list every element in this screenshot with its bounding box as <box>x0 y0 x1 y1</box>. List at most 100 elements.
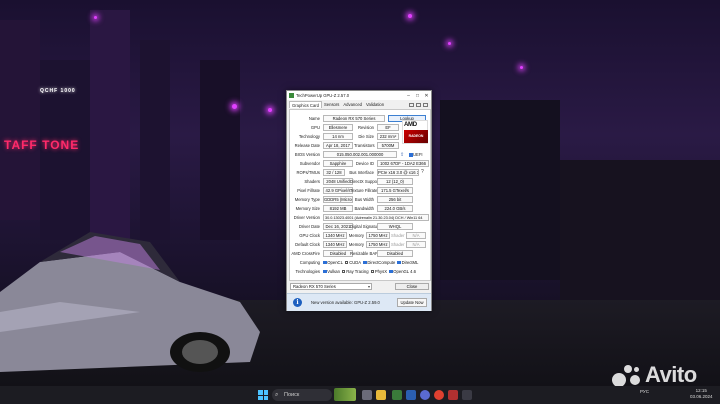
system-clock[interactable]: 12:15 03.06.2024 <box>690 388 713 400</box>
directx-field: 12 (12_0) <box>377 178 413 185</box>
discord-icon[interactable] <box>420 390 430 400</box>
language-indicator[interactable]: РУС <box>640 389 649 394</box>
shader-clock-field: N/A <box>406 232 426 239</box>
camera-icon[interactable] <box>409 102 414 107</box>
app-icon-green[interactable] <box>392 390 402 400</box>
revision-label: Revision <box>357 125 374 130</box>
neon-light <box>268 108 272 112</box>
building <box>560 160 720 300</box>
transistors-label: Transistors <box>354 143 375 148</box>
opencl-checkbox: OpenCL <box>323 260 343 265</box>
bios-label: BIOS Version <box>294 152 320 157</box>
app-icon-red[interactable] <box>448 390 458 400</box>
cuda-checkbox: CUDA <box>344 260 361 265</box>
gpu-z-taskbar-icon[interactable] <box>462 390 472 400</box>
driver-version-label: Driver Version <box>293 215 320 220</box>
app-icon-blue[interactable] <box>406 390 416 400</box>
close-icon[interactable]: ✕ <box>422 91 431 100</box>
browser-icon[interactable] <box>434 390 444 400</box>
memory-type-field: GDDR5 (Micron) <box>323 196 353 203</box>
close-button[interactable]: Close <box>395 283 429 290</box>
memory-size-label: Memory Size <box>295 206 320 211</box>
avito-wordmark: Avito <box>645 362 697 387</box>
shaders-field: 2048 Unified <box>323 178 353 185</box>
building <box>0 20 40 220</box>
vulkan-check-icon <box>323 269 327 274</box>
update-now-button[interactable]: Update Now <box>397 298 427 307</box>
refresh-icon[interactable] <box>416 102 421 107</box>
default-memory-label: Memory <box>348 242 364 247</box>
transistors-field: 5700M <box>377 142 399 149</box>
opencl-check-icon <box>323 260 327 265</box>
tab-validation[interactable]: Validation <box>364 101 386 108</box>
ray-tracing-checkbox: Ray Tracing <box>341 269 369 274</box>
pixel-fillrate-field: 42.9 GPixel/s <box>323 187 353 194</box>
directml-label: DirectML <box>401 260 419 265</box>
gpu-z-window: TechPowerUp GPU-Z 2.57.0 – □ ✕ Graphics … <box>286 90 432 311</box>
car-image <box>0 232 260 372</box>
technology-label: Technology <box>298 134 320 139</box>
crossfire-field: Disabled <box>323 250 353 257</box>
taskbar: ⌕ Поиск РУС 12:15 03.06.2024 <box>0 386 720 404</box>
directx-label: DirectX Support <box>350 179 380 184</box>
default-shader-label: Shader <box>391 242 405 247</box>
uefi-label: UEFI <box>413 152 423 157</box>
driver-date-label: Driver Date <box>298 224 320 229</box>
revision-field: EF <box>377 124 399 131</box>
clock-date: 03.06.2024 <box>690 394 713 399</box>
computing-label: Computing <box>299 260 320 265</box>
vulkan-label: Vulkan <box>327 269 340 274</box>
directcompute-check-icon <box>363 260 367 265</box>
share-icon[interactable]: ⇪ <box>400 152 404 158</box>
gpu-z-app-icon <box>289 93 294 98</box>
taskbar-search[interactable]: ⌕ Поиск <box>272 389 332 401</box>
subvendor-label: Subvendor <box>299 161 320 166</box>
building <box>200 60 240 240</box>
widgets-icon[interactable] <box>334 388 356 401</box>
texture-fillrate-label: Texture Fillrate <box>350 188 378 193</box>
shaders-label: Shaders <box>304 179 320 184</box>
gpu-field: Ellesmere <box>323 124 353 131</box>
building <box>90 10 130 240</box>
memory-clock-label: Memory <box>348 233 364 238</box>
help-icon[interactable]: ? <box>421 169 424 175</box>
default-clock-label: Default Clock <box>295 242 320 247</box>
minimize-icon[interactable]: – <box>404 91 413 100</box>
physx-label: PhysX <box>374 269 387 274</box>
release-date-field: Apr 18, 2017 <box>323 142 353 149</box>
resizable-bar-label: Resizable BAR <box>350 251 379 256</box>
default-shader-field: N/A <box>406 241 426 248</box>
tab-graphics-card[interactable]: Graphics Card <box>289 101 322 108</box>
directml-check-icon <box>397 260 401 265</box>
tab-advanced[interactable]: Advanced <box>341 101 364 108</box>
crossfire-label: AMD CrossFire <box>291 251 320 256</box>
graphics-card-panel: Name Radeon RX 570 Series Lookup AMD RAD… <box>289 109 431 281</box>
gpu-select-dropdown[interactable]: Radeon RX 570 Series ▾ <box>290 283 372 290</box>
search-icon: ⌕ <box>275 392 279 398</box>
pixel-fillrate-label: Pixel Fillrate <box>297 188 320 193</box>
neon-sign: TAFF TONE <box>4 138 80 152</box>
die-size-field: 232 mm² <box>377 133 399 140</box>
directcompute-checkbox: DirectCompute <box>363 260 395 265</box>
memory-type-label: Memory Type <box>294 197 320 202</box>
bios-field: 015.050.002.001.000000 <box>323 151 397 158</box>
title-bar[interactable]: TechPowerUp GPU-Z 2.57.0 – □ ✕ <box>287 91 431 100</box>
maximize-icon[interactable]: □ <box>413 91 422 100</box>
gpu-clock-label: GPU Clock <box>299 233 320 238</box>
opengl-check-icon <box>389 269 393 274</box>
menu-icon[interactable] <box>423 102 428 107</box>
building <box>140 40 170 240</box>
gpu-clock-field: 1340 MHz <box>323 232 347 239</box>
rops-tmus-label: ROPs/TMUs <box>296 170 321 175</box>
tab-sensors[interactable]: Sensors <box>322 101 341 108</box>
texture-fillrate-field: 171.5 GTexel/s <box>377 187 413 194</box>
file-explorer-icon[interactable] <box>376 390 386 400</box>
tab-bar: Graphics Card Sensors Advanced Validatio… <box>287 100 431 108</box>
opengl-label: OpenGL 4.6 <box>393 269 416 274</box>
task-view-icon[interactable] <box>362 390 372 400</box>
windows-start-icon[interactable] <box>258 390 268 400</box>
opencl-label: OpenCL <box>327 260 343 265</box>
neon-light <box>520 66 523 69</box>
building <box>440 100 560 280</box>
resizable-bar-field: Disabled <box>377 250 413 257</box>
